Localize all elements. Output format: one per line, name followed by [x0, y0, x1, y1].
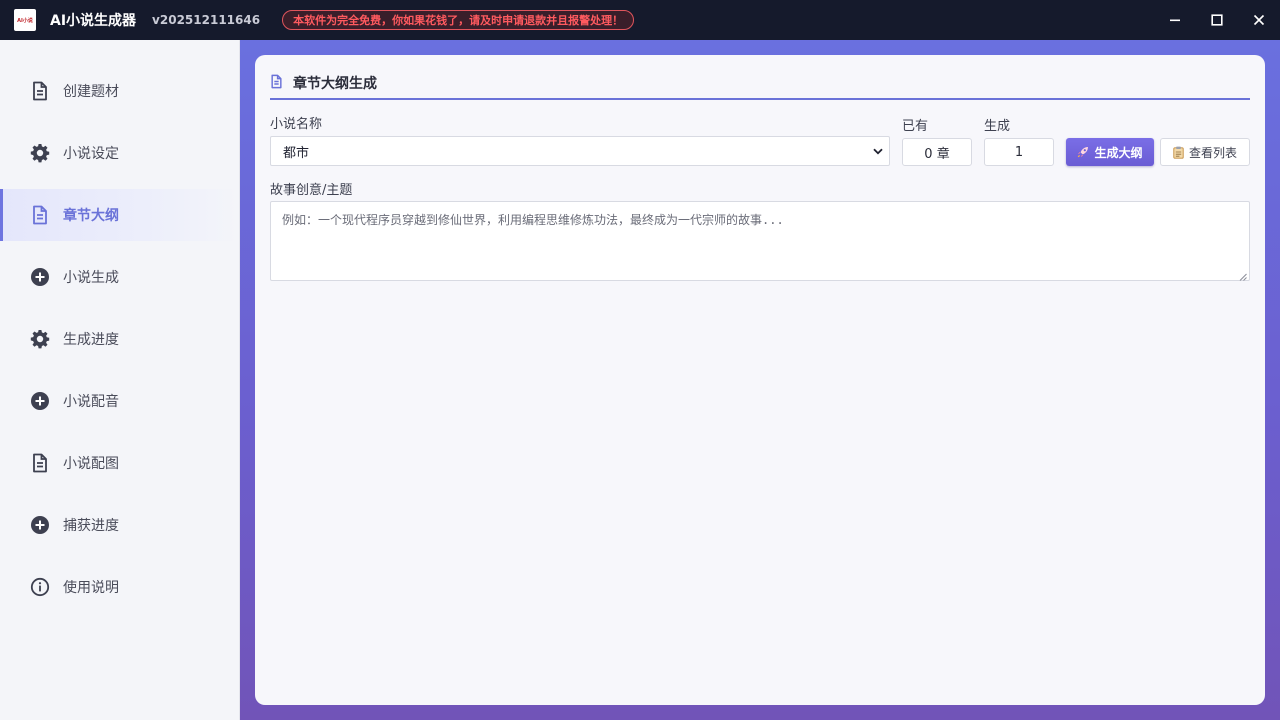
sidebar-item-generate-progress[interactable]: 生成进度 [0, 313, 239, 365]
title-bar: AI小说 AI小说生成器 v202512111646 本软件为完全免费，你如果花… [0, 0, 1280, 40]
novel-name-value: 都市 [283, 145, 310, 161]
close-button[interactable] [1238, 0, 1280, 40]
gear-icon [30, 143, 50, 163]
main-area: 章节大纲生成 小说名称 都市 已有 0 章 生成 1 生成大纲 查看列表 故事创… [240, 40, 1280, 720]
maximize-icon [1211, 14, 1223, 26]
novel-name-select[interactable]: 都市 [270, 136, 890, 166]
sidebar-item-label: 小说设定 [63, 146, 119, 162]
novel-name-label: 小说名称 [270, 117, 323, 132]
plus-circle-icon [30, 391, 50, 411]
sidebar-item-label: 小说生成 [63, 270, 119, 286]
generate-outline-label: 生成大纲 [1094, 145, 1143, 160]
generate-count-value: 1 [1014, 144, 1024, 160]
minimize-icon [1170, 19, 1180, 22]
app-version: v202512111646 [152, 13, 261, 27]
app-logo: AI小说 [14, 9, 36, 31]
existing-chapters-value: 0 章 [924, 146, 950, 162]
document-icon [30, 81, 50, 101]
sidebar-item-create-topic[interactable]: 创建题材 [0, 65, 239, 117]
existing-chapters-display: 0 章 [902, 138, 972, 166]
sidebar-item-label: 使用说明 [63, 580, 119, 596]
resize-grip-icon[interactable] [1239, 270, 1247, 281]
minimize-button[interactable] [1154, 0, 1196, 40]
sidebar-item-novel-voice[interactable]: 小说配音 [0, 375, 239, 427]
sidebar-item-novel-settings[interactable]: 小说设定 [0, 127, 239, 179]
existing-label: 已有 [902, 119, 929, 134]
view-list-label: 查看列表 [1188, 145, 1237, 160]
document-icon [30, 453, 50, 473]
sidebar-item-label: 创建题材 [63, 84, 119, 100]
close-icon [1253, 14, 1265, 26]
chevron-down-icon [873, 144, 883, 159]
clipboard-icon [1173, 146, 1184, 159]
maximize-button[interactable] [1196, 0, 1238, 40]
sidebar-item-novel-generate[interactable]: 小说生成 [0, 251, 239, 303]
document-icon [30, 205, 50, 225]
card-header: 章节大纲生成 [270, 73, 1250, 100]
sidebar-item-chapter-outline[interactable]: 章节大纲 [0, 189, 239, 241]
story-idea-textarea[interactable]: 例如：一个现代程序员穿越到修仙世界，利用编程思维修炼功法，最终成为一代宗师的故事… [270, 201, 1250, 281]
sidebar: 创建题材 小说设定 章节大纲 小说生成 生成进度 小说配音 小说配图 捕获进度 … [0, 40, 240, 720]
generate-count-input[interactable]: 1 [984, 138, 1054, 166]
sidebar-item-capture-progress[interactable]: 捕获进度 [0, 499, 239, 551]
info-icon [30, 577, 50, 597]
view-list-button[interactable]: 查看列表 [1160, 138, 1250, 166]
app-logo-text: AI小说 [17, 17, 33, 24]
gear-icon [30, 329, 50, 349]
sidebar-item-label: 捕获进度 [63, 518, 119, 534]
story-idea-placeholder: 例如：一个现代程序员穿越到修仙世界，利用编程思维修炼功法，最终成为一代宗师的故事… [282, 213, 784, 227]
sidebar-item-instructions[interactable]: 使用说明 [0, 561, 239, 613]
generate-count-label: 生成 [984, 119, 1011, 134]
sidebar-item-label: 章节大纲 [63, 208, 119, 224]
plus-circle-icon [30, 267, 50, 287]
app-title: AI小说生成器 [50, 13, 137, 29]
sidebar-item-label: 小说配音 [63, 394, 119, 410]
generate-outline-button[interactable]: 生成大纲 [1066, 138, 1154, 166]
story-idea-label: 故事创意/主题 [270, 183, 353, 198]
sidebar-item-label: 生成进度 [63, 332, 119, 348]
free-notice-text: 本软件为完全免费，你如果花钱了，请及时申请退款并且报警处理！ [293, 14, 624, 27]
chapter-outline-card: 章节大纲生成 小说名称 都市 已有 0 章 生成 1 生成大纲 查看列表 故事创… [255, 55, 1265, 705]
free-notice-badge: 本软件为完全免费，你如果花钱了，请及时申请退款并且报警处理！ [282, 10, 635, 30]
plus-circle-icon [30, 515, 50, 535]
sidebar-item-novel-images[interactable]: 小说配图 [0, 437, 239, 489]
rocket-icon [1077, 146, 1089, 158]
document-icon [270, 74, 283, 93]
app-window: AI小说 AI小说生成器 v202512111646 本软件为完全免费，你如果花… [0, 0, 1280, 720]
sidebar-item-label: 小说配图 [63, 456, 119, 472]
window-controls [1154, 0, 1280, 40]
card-title: 章节大纲生成 [293, 76, 377, 92]
